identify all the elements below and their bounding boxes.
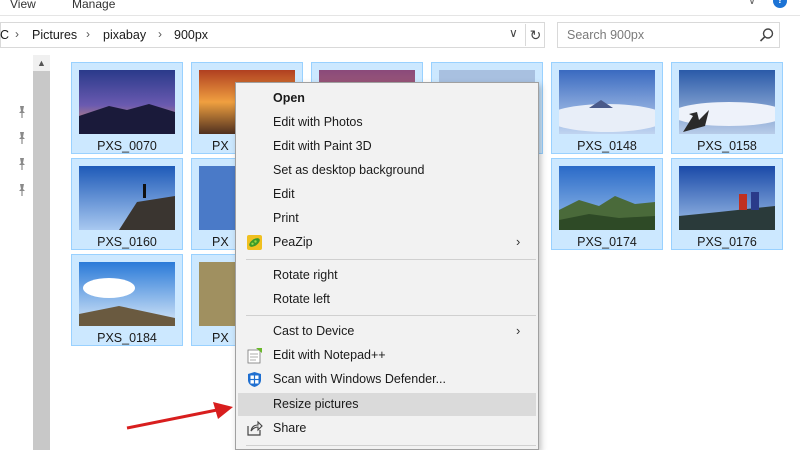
pin-icon[interactable] [17, 183, 27, 197]
breadcrumb-separator[interactable]: › [15, 27, 19, 41]
menu-separator [246, 445, 536, 446]
menu-item-resize-pictures[interactable]: Resize pictures [238, 393, 536, 416]
tab-view[interactable]: View [10, 0, 36, 11]
peazip-icon [247, 235, 262, 250]
submenu-arrow-icon: › [516, 234, 521, 249]
image-thumbnail [79, 166, 175, 230]
menu-item-cast-to-device[interactable]: Cast to Device › [238, 320, 536, 343]
share-icon [247, 420, 263, 436]
help-icon[interactable]: ? [773, 0, 787, 8]
image-thumbnail [79, 262, 175, 326]
notepad-plus-plus-icon [247, 348, 262, 364]
scroll-up-icon[interactable]: ▲ [33, 55, 50, 71]
pin-icon[interactable] [17, 105, 27, 119]
context-menu: Open Edit with Photos Edit with Paint 3D… [235, 82, 539, 450]
menu-separator [246, 259, 536, 260]
file-name: PXS_0160 [97, 235, 157, 249]
menu-item-edit[interactable]: Edit [238, 183, 536, 206]
file-name: PXS_0148 [577, 139, 637, 153]
menu-item-open[interactable]: Open [238, 87, 536, 110]
ribbon-tabs: View Manage ∨ ? [0, 0, 800, 16]
menu-item-scan-with-windows-defender[interactable]: Scan with Windows Defender... [238, 368, 536, 391]
address-dropdown-icon[interactable]: ∨ [509, 26, 518, 40]
menu-item-rotate-left[interactable]: Rotate left [238, 288, 536, 311]
menu-item-rotate-right[interactable]: Rotate right [238, 264, 536, 287]
file-tile[interactable]: PXS_0158 [671, 62, 783, 154]
menu-item-edit-with-notepad-plus-plus[interactable]: Edit with Notepad++ [238, 344, 536, 367]
image-thumbnail [79, 70, 175, 134]
image-thumbnail [559, 166, 655, 230]
file-tile[interactable]: PXS_0184 [71, 254, 183, 346]
file-name: PXS_0176 [697, 235, 757, 249]
menu-item-set-as-desktop-background[interactable]: Set as desktop background [238, 159, 536, 182]
red-arrow-annotation [126, 402, 233, 430]
file-tile[interactable]: PXS_0148 [551, 62, 663, 154]
file-tile[interactable]: PXS_0176 [671, 158, 783, 250]
breadcrumb-pc[interactable]: C [0, 28, 9, 42]
breadcrumb-separator[interactable]: › [86, 27, 90, 41]
menu-item-share[interactable]: Share [238, 417, 536, 440]
menu-item-peazip[interactable]: PeaZip › [238, 231, 536, 254]
menu-item-edit-with-photos[interactable]: Edit with Photos [238, 111, 536, 134]
file-name: PXS_0158 [697, 139, 757, 153]
file-tile[interactable]: PXS_0160 [71, 158, 183, 250]
menu-item-print[interactable]: Print [238, 207, 536, 230]
file-name: PXS_0070 [97, 139, 157, 153]
menu-item-edit-with-paint-3d[interactable]: Edit with Paint 3D [238, 135, 536, 158]
file-name: PXS_0184 [97, 331, 157, 345]
pin-icon[interactable] [17, 131, 27, 145]
image-thumbnail [559, 70, 655, 134]
file-tile[interactable]: PXS_0070 [71, 62, 183, 154]
image-thumbnail [679, 166, 775, 230]
file-tile[interactable]: PXS_0174 [551, 158, 663, 250]
address-bar[interactable]: C › Pictures › pixabay › 900px ∨ ↻ [0, 22, 545, 48]
menu-separator [246, 315, 536, 316]
search-box[interactable] [557, 22, 780, 48]
image-thumbnail [679, 70, 775, 134]
breadcrumb-900px[interactable]: 900px [174, 28, 208, 42]
breadcrumb-separator[interactable]: › [158, 27, 162, 41]
search-input[interactable] [558, 23, 748, 47]
search-icon[interactable] [758, 26, 776, 44]
navigation-pane: ▲ [0, 52, 57, 450]
scrollbar-track[interactable] [33, 71, 50, 450]
tab-manage[interactable]: Manage [72, 0, 115, 11]
refresh-icon[interactable]: ↻ [525, 24, 545, 46]
breadcrumb-pictures[interactable]: Pictures [32, 28, 77, 42]
ribbon-expand-chevron-icon[interactable]: ∨ [748, 0, 756, 7]
pin-icon[interactable] [17, 157, 27, 171]
breadcrumb-pixabay[interactable]: pixabay [103, 28, 146, 42]
file-name: PXS_0174 [577, 235, 637, 249]
windows-defender-icon [248, 372, 261, 387]
submenu-arrow-icon: › [516, 323, 521, 338]
